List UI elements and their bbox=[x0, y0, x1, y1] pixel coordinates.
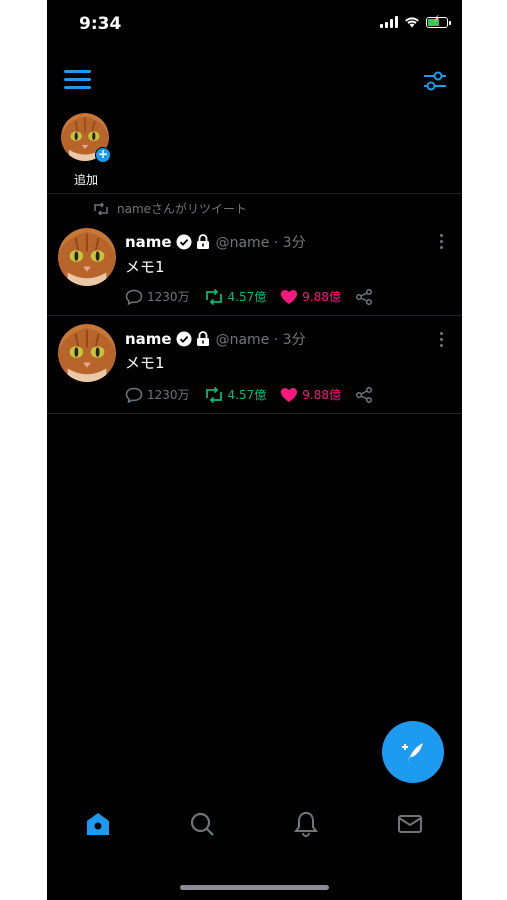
share-icon bbox=[355, 288, 373, 305]
menu-icon[interactable] bbox=[64, 70, 91, 92]
tweet-actions: 1230万 4.57億 9.88億 bbox=[125, 386, 387, 403]
retweet-context-label: nameさんがリツイート bbox=[117, 202, 248, 216]
wifi-icon bbox=[405, 17, 419, 28]
compose-icon bbox=[402, 743, 423, 762]
like-button[interactable]: 9.88億 bbox=[280, 386, 341, 403]
tweet-1[interactable]: nameさんがリツイート name @name · 3分 メモ1 1230万 4… bbox=[47, 194, 462, 315]
avatar[interactable] bbox=[58, 228, 116, 286]
share-icon bbox=[355, 386, 373, 403]
retweet-count: 4.57億 bbox=[227, 388, 267, 402]
like-count: 9.88億 bbox=[302, 290, 342, 304]
share-button[interactable] bbox=[355, 288, 373, 305]
retweet-icon bbox=[205, 386, 222, 403]
tweet-actions: 1230万 4.57億 9.88億 bbox=[125, 288, 387, 305]
like-count: 9.88億 bbox=[302, 388, 342, 402]
reply-count: 1230万 bbox=[147, 388, 190, 402]
home-icon[interactable] bbox=[84, 810, 112, 838]
handle-and-time: @name · 3分 bbox=[215, 332, 306, 348]
search-icon[interactable] bbox=[188, 810, 216, 838]
display-name[interactable]: name bbox=[125, 233, 172, 251]
more-icon[interactable] bbox=[440, 234, 444, 252]
battery-icon: ⚡ bbox=[426, 14, 451, 28]
mail-icon[interactable] bbox=[396, 810, 424, 838]
tab-bar bbox=[47, 810, 462, 850]
display-name[interactable]: name bbox=[125, 330, 172, 348]
verified-icon bbox=[176, 234, 192, 250]
more-icon[interactable] bbox=[440, 332, 444, 350]
retweet-icon bbox=[94, 202, 108, 215]
tweet-text: メモ1 bbox=[125, 354, 165, 372]
divider bbox=[47, 413, 462, 414]
heart-icon bbox=[281, 387, 298, 402]
share-button[interactable] bbox=[355, 386, 373, 403]
story-add[interactable]: + 追加 bbox=[61, 113, 111, 188]
retweet-icon bbox=[205, 288, 222, 305]
status-icons: ⚡ bbox=[380, 14, 451, 28]
bell-icon[interactable] bbox=[292, 810, 320, 838]
tweet-2[interactable]: name @name · 3分 メモ1 1230万 4.57億 9.88億 bbox=[47, 316, 462, 413]
reply-count: 1230万 bbox=[147, 290, 190, 304]
lock-icon bbox=[196, 331, 209, 346]
retweet-button[interactable]: 4.57億 bbox=[204, 386, 267, 403]
avatar[interactable] bbox=[58, 324, 116, 382]
compose-button[interactable] bbox=[382, 721, 444, 783]
like-button[interactable]: 9.88億 bbox=[280, 288, 341, 305]
add-story-plus-icon: + bbox=[95, 147, 111, 163]
handle-and-time: @name · 3分 bbox=[215, 235, 306, 251]
signal-icon bbox=[380, 16, 398, 28]
lock-icon bbox=[196, 234, 209, 249]
verified-icon bbox=[176, 331, 192, 347]
reply-icon bbox=[125, 387, 143, 403]
story-add-label: 追加 bbox=[73, 173, 98, 187]
retweet-count: 4.57億 bbox=[227, 290, 267, 304]
home-indicator bbox=[180, 885, 329, 890]
status-time: 9:34 bbox=[79, 14, 122, 34]
heart-icon bbox=[281, 289, 298, 304]
tweet-header: name @name · 3分 bbox=[125, 329, 306, 349]
reply-button[interactable]: 1230万 bbox=[125, 386, 190, 403]
tweet-header: name @name · 3分 bbox=[125, 232, 306, 252]
reply-icon bbox=[125, 289, 143, 305]
retweet-context: nameさんがリツイート bbox=[93, 200, 247, 217]
retweet-button[interactable]: 4.57億 bbox=[204, 288, 267, 305]
tweet-text: メモ1 bbox=[125, 258, 165, 276]
filter-icon[interactable] bbox=[422, 68, 448, 94]
app-screen: 9:34 ⚡ + 追加 nameさんがリツイート name @name · 3分… bbox=[47, 0, 462, 900]
reply-button[interactable]: 1230万 bbox=[125, 288, 190, 305]
